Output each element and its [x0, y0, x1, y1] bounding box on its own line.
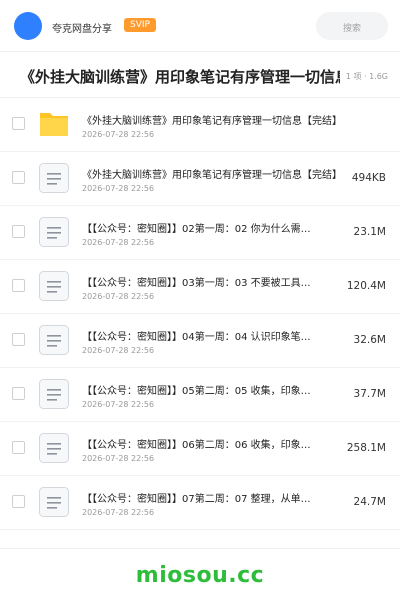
file-name[interactable]: 【【公众号：密知圈】】05第二周：05 收集，印象…	[82, 383, 362, 400]
file-name[interactable]: 【【公众号：密知圈】】03第一周：03 不要被工具…	[82, 275, 362, 292]
file-name[interactable]: 【【公众号：密知圈】】07第二周：07 整理，从单…	[82, 491, 362, 508]
svip-badge: SVIP	[124, 18, 156, 32]
file-date: 2026-07-28 22:56	[82, 400, 155, 409]
file-row[interactable]: 《外挂大脑训练营》用印象笔记有序管理一切信息【完结】 2026-07-28 22:…	[0, 98, 400, 152]
page-title: 《外挂大脑训练营》用印象笔记有序管理一切信息	[20, 68, 340, 86]
document-icon	[38, 162, 70, 194]
document-icon	[38, 324, 70, 356]
search-input[interactable]: 搜索	[316, 12, 388, 40]
file-row[interactable]: 【【公众号：密知圈】】02第一周：02 你为什么需… 2026-07-28 22:…	[0, 206, 400, 260]
file-date: 2026-07-28 22:56	[82, 184, 155, 193]
file-date: 2026-07-28 22:56	[82, 130, 155, 139]
document-icon	[38, 432, 70, 464]
file-row[interactable]: 【【公众号：密知圈】】06第二周：06 收集，印象… 2026-07-28 22:…	[0, 422, 400, 476]
search-placeholder: 搜索	[342, 24, 361, 34]
file-row[interactable]: 《外挂大脑训练营》用印象笔记有序管理一切信息【完结】 2026-07-28 22:…	[0, 152, 400, 206]
document-icon	[38, 270, 70, 302]
file-checkbox[interactable]	[12, 333, 25, 346]
footer: miosou.cc	[0, 548, 400, 600]
file-checkbox[interactable]	[12, 117, 25, 130]
file-row[interactable]: 【【公众号：密知圈】】03第一周：03 不要被工具… 2026-07-28 22:…	[0, 260, 400, 314]
title-row: 《外挂大脑训练营》用印象笔记有序管理一切信息 1 项 · 1.6G	[0, 52, 400, 98]
file-checkbox[interactable]	[12, 441, 25, 454]
file-name[interactable]: 【【公众号：密知圈】】04第一周：04 认识印象笔…	[82, 329, 362, 346]
file-date: 2026-07-28 22:56	[82, 238, 155, 247]
file-size: 120.4M	[346, 280, 386, 292]
file-date: 2026-07-28 22:56	[82, 346, 155, 355]
avatar[interactable]	[14, 12, 42, 40]
file-list: 《外挂大脑训练营》用印象笔记有序管理一切信息【完结】 2026-07-28 22:…	[0, 98, 400, 530]
file-date: 2026-07-28 22:56	[82, 454, 155, 463]
file-checkbox[interactable]	[12, 171, 25, 184]
document-icon	[38, 486, 70, 518]
document-icon	[38, 216, 70, 248]
app-name: 夸克网盘分享	[52, 24, 112, 35]
file-size: 24.7M	[353, 496, 386, 508]
file-row[interactable]: 【【公众号：密知圈】】04第一周：04 认识印象笔… 2026-07-28 22:…	[0, 314, 400, 368]
file-row[interactable]: 【【公众号：密知圈】】05第二周：05 收集，印象… 2026-07-28 22:…	[0, 368, 400, 422]
file-name[interactable]: 【【公众号：密知圈】】02第一周：02 你为什么需…	[82, 221, 362, 238]
file-name[interactable]: 【【公众号：密知圈】】06第二周：06 收集，印象…	[82, 437, 362, 454]
file-date: 2026-07-28 22:56	[82, 292, 155, 301]
file-size: 23.1M	[353, 226, 386, 238]
file-date: 2026-07-28 22:56	[82, 508, 155, 517]
share-meta: 1 项 · 1.6G	[345, 72, 388, 81]
file-size: 32.6M	[353, 334, 386, 346]
file-size: 37.7M	[353, 388, 386, 400]
file-size: 258.1M	[346, 442, 386, 454]
file-checkbox[interactable]	[12, 387, 25, 400]
document-icon	[38, 378, 70, 410]
brand-watermark: miosou.cc	[135, 563, 265, 588]
file-checkbox[interactable]	[12, 279, 25, 292]
file-row[interactable]: 【【公众号：密知圈】】07第二周：07 整理，从单… 2026-07-28 22:…	[0, 476, 400, 530]
file-name[interactable]: 《外挂大脑训练营》用印象笔记有序管理一切信息【完结】	[82, 167, 362, 184]
folder-icon	[38, 108, 70, 140]
file-size: 494KB	[351, 172, 386, 184]
top-bar: 夸克网盘分享 SVIP 搜索	[0, 0, 400, 52]
file-checkbox[interactable]	[12, 495, 25, 508]
file-name[interactable]: 《外挂大脑训练营》用印象笔记有序管理一切信息【完结】	[82, 113, 362, 130]
file-checkbox[interactable]	[12, 225, 25, 238]
